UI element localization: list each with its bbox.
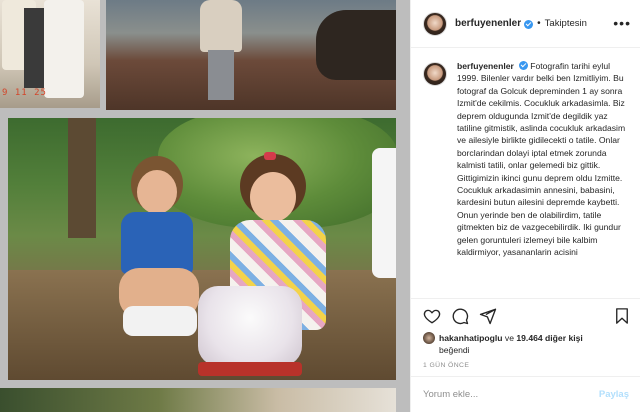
- post-sidebar: berfuyenenler • Takiptesin ••• berfuyene…: [410, 0, 640, 412]
- likes-connector: ve: [504, 333, 514, 343]
- post-caption: berfuyenenler Fotografin tarihi eylul 19…: [457, 60, 631, 298]
- caption-author-avatar[interactable]: [423, 62, 447, 86]
- comments-section[interactable]: berfuyenenler Fotografin tarihi eylul 19…: [411, 60, 640, 298]
- heart-icon[interactable]: [423, 307, 441, 325]
- caption-username[interactable]: berfuyenenler: [457, 61, 514, 71]
- comment-input[interactable]: [423, 389, 599, 400]
- post-photo[interactable]: 9 11 25: [0, 0, 410, 412]
- photo-paper-edge: [372, 148, 396, 278]
- header-separator: •: [537, 18, 541, 29]
- more-icon[interactable]: •••: [613, 16, 631, 30]
- album-photo-main: [8, 118, 396, 380]
- post-comment-button[interactable]: Paylaş: [599, 389, 629, 400]
- photo-date-stamp: 9 11 25: [2, 88, 47, 98]
- author-avatar[interactable]: [423, 11, 447, 36]
- bookmark-icon[interactable]: [613, 307, 631, 325]
- photo-figure: [44, 0, 84, 98]
- album-photo-bottom: [0, 388, 396, 412]
- photo-child-left: [113, 156, 203, 346]
- liker-avatar[interactable]: [423, 332, 435, 344]
- post-header: berfuyenenler • Takiptesin •••: [411, 0, 640, 48]
- follow-status-button[interactable]: Takiptesin: [545, 18, 587, 29]
- post-timestamp[interactable]: 1 GÜN ÖNCE: [423, 362, 469, 369]
- photo-child: [194, 0, 246, 104]
- likes-count[interactable]: 19.464 diğer kişi: [516, 332, 582, 344]
- likes-summary: hakanhatipoglu ve 19.464 diğer kişi beğe…: [423, 332, 633, 356]
- comment-icon[interactable]: [451, 307, 469, 325]
- album-photo-top-right: [106, 0, 396, 110]
- author-username[interactable]: berfuyenenler: [455, 18, 521, 29]
- action-bar: [411, 298, 640, 332]
- photo-rocks: [316, 10, 396, 80]
- album-photo-top-left: 9 11 25: [0, 0, 100, 108]
- likes-suffix: beğendi: [439, 345, 470, 355]
- verified-icon: [524, 20, 534, 29]
- photo-doll-cart: [198, 286, 302, 376]
- photo-tree: [68, 118, 96, 238]
- caption-text: Fotografin tarihi eylul 1999. Bilenler v…: [457, 61, 626, 258]
- verified-icon: [518, 61, 528, 70]
- share-icon[interactable]: [479, 307, 497, 325]
- liker-username[interactable]: hakanhatipoglu: [439, 332, 503, 344]
- comment-form: Paylaş: [411, 376, 640, 412]
